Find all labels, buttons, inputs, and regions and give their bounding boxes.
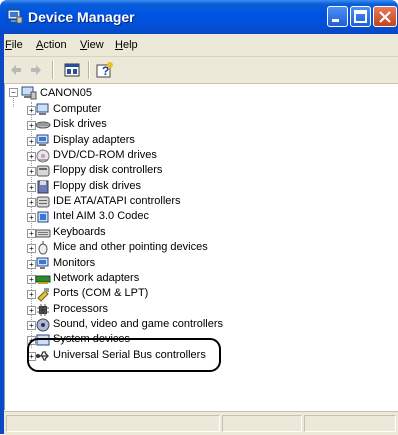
status-pane bbox=[304, 415, 396, 432]
dvd-drive-icon bbox=[36, 149, 50, 163]
processor-icon bbox=[37, 304, 49, 316]
menu-action[interactable]: Action bbox=[36, 39, 67, 51]
window-title: Device Manager bbox=[28, 9, 135, 25]
computer-icon bbox=[36, 103, 49, 115]
tree-item-label: Floppy disk drives bbox=[53, 180, 142, 192]
status-bar bbox=[4, 411, 398, 435]
device-manager-window: Device Manager File Action View Help ? − bbox=[0, 0, 398, 435]
computer-icon bbox=[21, 86, 37, 100]
maximize-icon bbox=[354, 10, 367, 23]
tree-item-label: DVD/CD-ROM drives bbox=[53, 149, 157, 161]
tree-item-label: Mice and other pointing devices bbox=[53, 241, 208, 253]
tree-item-label: Floppy disk controllers bbox=[53, 164, 163, 176]
minimize-button[interactable] bbox=[327, 6, 348, 27]
forward-icon[interactable] bbox=[30, 64, 42, 76]
tree-item-label: Sound, video and game controllers bbox=[53, 318, 223, 330]
maximize-button[interactable] bbox=[350, 6, 371, 27]
display-adapter-icon bbox=[36, 134, 49, 146]
properties-icon[interactable] bbox=[64, 62, 80, 78]
menu-file[interactable]: File bbox=[5, 39, 23, 51]
minimize-icon bbox=[332, 19, 339, 22]
disk-drive-icon bbox=[35, 121, 51, 129]
menu-bar: File Action View Help bbox=[4, 34, 398, 57]
device-tree[interactable]: − CANON05 + Computer + Disk drives + Display … bbox=[4, 84, 398, 410]
close-button[interactable] bbox=[373, 6, 397, 27]
title-bar[interactable]: Device Manager bbox=[0, 0, 398, 34]
tree-item-label: IDE ATA/ATAPI controllers bbox=[53, 195, 181, 207]
help-icon[interactable]: ? bbox=[96, 61, 114, 79]
network-adapter-icon bbox=[35, 275, 51, 284]
device-manager-icon bbox=[7, 9, 23, 24]
toolbar-separator bbox=[52, 61, 54, 79]
collapse-icon[interactable]: − bbox=[9, 88, 18, 97]
tree-item-label: Ports (COM & LPT) bbox=[53, 287, 149, 299]
status-pane-main bbox=[6, 415, 220, 432]
tree-item-label: Processors bbox=[53, 303, 109, 315]
menu-view[interactable]: View bbox=[80, 39, 104, 51]
keyboard-icon bbox=[35, 229, 51, 238]
floppy-drive-icon bbox=[37, 180, 49, 194]
sound-device-icon bbox=[36, 318, 50, 332]
tree-item-label: Intel AIM 3.0 Codec bbox=[53, 210, 149, 222]
root-label: CANON05 bbox=[40, 87, 92, 99]
tree-item-label: Monitors bbox=[53, 257, 96, 269]
tree-item-label: Display adapters bbox=[53, 134, 135, 146]
codec-icon bbox=[37, 211, 49, 223]
tree-item-label: Network adapters bbox=[53, 272, 140, 284]
status-pane bbox=[222, 415, 302, 432]
toolbar-separator bbox=[88, 61, 90, 79]
menu-help[interactable]: Help bbox=[115, 39, 138, 51]
port-icon bbox=[37, 288, 49, 302]
back-icon[interactable] bbox=[10, 64, 22, 76]
highlight-callout bbox=[27, 338, 221, 372]
tree-item-label: Keyboards bbox=[53, 226, 106, 238]
floppy-controller-icon bbox=[36, 165, 50, 177]
tree-item-label: Computer bbox=[53, 103, 102, 115]
monitor-icon bbox=[36, 257, 49, 269]
ide-controller-icon bbox=[36, 196, 50, 208]
mouse-icon bbox=[38, 241, 48, 255]
close-icon bbox=[379, 11, 391, 23]
toolbar: ? bbox=[4, 57, 398, 84]
tree-item-label: Disk drives bbox=[53, 118, 107, 130]
